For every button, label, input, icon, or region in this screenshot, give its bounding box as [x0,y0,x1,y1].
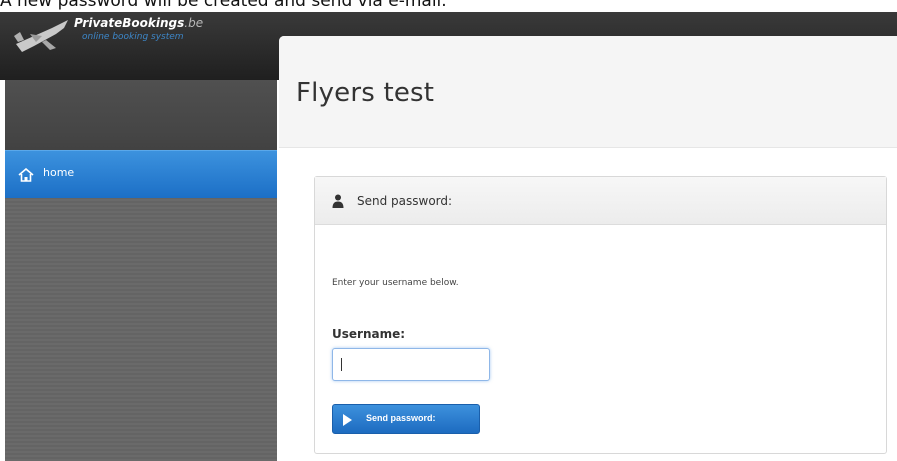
logo-title: PrivateBookings.be [74,16,204,30]
send-password-card: Send password: Enter your username below… [314,176,887,454]
username-label: Username: [332,327,406,341]
card-title: Send password: [357,194,453,208]
page-header: Flyers test [279,36,897,148]
page-title: Flyers test [296,78,435,108]
play-icon [343,414,352,426]
send-password-button[interactable]: Send password: [332,404,480,434]
send-password-button-label: Send password: [366,413,436,423]
logo[interactable]: PrivateBookings.be online booking system [8,14,270,62]
instructions-text: Enter your username below. [332,278,459,288]
sidebar-header [5,80,277,150]
user-icon [332,194,344,208]
sidebar: home [5,80,277,461]
logo-subtitle: online booking system [82,32,184,42]
username-input[interactable] [332,348,490,381]
sidebar-item-label: home [43,166,75,179]
airplane-icon [14,20,68,52]
text-caret [341,358,342,371]
content-panel: Flyers test Send password: Enter your us… [279,36,897,461]
home-icon [18,168,34,182]
sidebar-item-home[interactable]: home [5,150,277,198]
sidebar-body [5,198,277,461]
card-header: Send password: [315,177,886,225]
